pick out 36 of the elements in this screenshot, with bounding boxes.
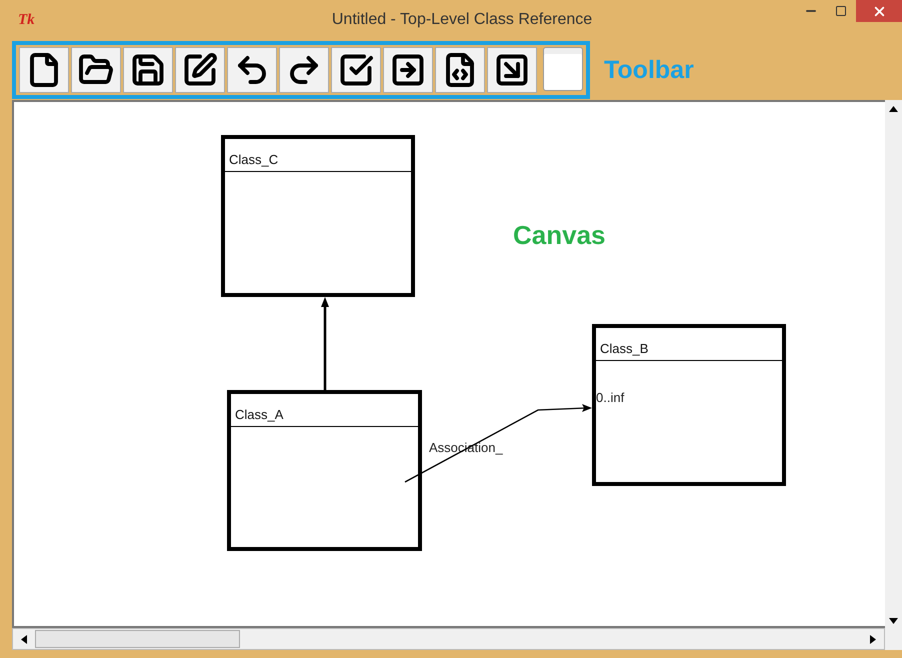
export-icon [390,52,426,88]
class-box[interactable]: Class_A [227,390,422,551]
blank-toolbar-button[interactable] [543,47,583,91]
scroll-right-icon[interactable] [870,634,876,644]
toolbar-button[interactable] [71,47,121,93]
toolbar-button[interactable] [487,47,537,93]
toolbar-button[interactable] [331,47,381,93]
canvas-caption: Canvas [513,220,606,251]
multiplicity-label: 0..inf [596,390,624,405]
close-button[interactable] [856,0,902,22]
scroll-left-icon[interactable] [21,634,27,644]
save-icon [130,52,166,88]
edit-icon [182,52,218,88]
toolbar-button[interactable] [19,47,69,93]
toolbar-button[interactable] [123,47,173,93]
maximize-icon [835,5,847,17]
toolbar-button[interactable] [175,47,225,93]
toolbar-button[interactable] [279,47,329,93]
import-icon [494,52,530,88]
vertical-scrollbar[interactable] [885,100,902,628]
window-title: Untitled - Top-Level Class Reference [332,11,592,29]
checkbox-icon [338,52,374,88]
scroll-up-icon[interactable] [889,106,898,112]
toolbar-caption: Toolbar [604,56,694,84]
scroll-down-icon[interactable] [889,618,898,624]
scrollbar-corner [885,628,902,650]
scrollbar-thumb[interactable] [35,630,240,648]
toolbar-button[interactable] [227,47,277,93]
class-box[interactable]: Class_C [221,135,415,297]
app-logo: Tk [18,12,36,28]
class-name: Class_B [600,341,648,356]
horizontal-scrollbar[interactable] [12,628,885,650]
class-name: Class_C [229,152,278,167]
class-name: Class_A [235,407,284,422]
toolbar-button[interactable] [435,47,485,93]
toolbar-button[interactable] [383,47,433,93]
